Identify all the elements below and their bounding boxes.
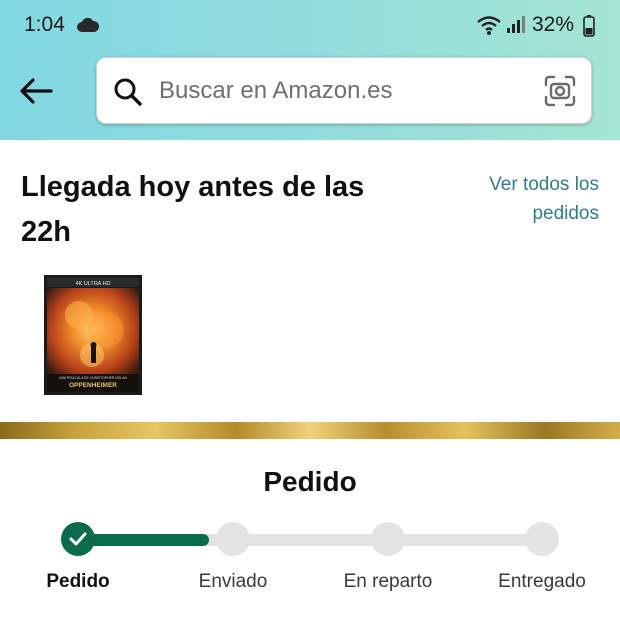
progress-fill: [78, 534, 209, 546]
cover-director-text: UNA PELÍCULA DE CHRISTOPHER NOLAN: [59, 376, 128, 380]
step-dot-entregado: [525, 522, 559, 556]
step-dot-pedido: [61, 522, 95, 556]
back-arrow-icon[interactable]: [18, 75, 54, 107]
step-label-enviado: Enviado: [198, 571, 268, 592]
step-dot-en-reparto: [371, 522, 405, 556]
cloud-icon: [77, 17, 99, 32]
search-bar[interactable]: [96, 57, 592, 124]
arrival-title: Llegada hoy antes de las 22h: [21, 171, 365, 248]
step-label-entregado: Entregado: [498, 571, 586, 592]
battery-percentage: 32%: [532, 13, 575, 36]
step-label-pedido: Pedido: [46, 571, 110, 592]
cover-title-text: OPPENHEIMER: [69, 382, 117, 389]
cover-badge-text: 4K ULTRA HD: [75, 281, 110, 287]
step-dot-enviado: [216, 522, 250, 556]
battery-icon: [583, 15, 595, 37]
search-icon: [114, 78, 142, 106]
tracking-status-heading: Pedido: [263, 466, 357, 497]
app-header: 1:04 32%: [0, 0, 620, 140]
status-time: 1:04: [24, 13, 65, 36]
search-input[interactable]: [159, 72, 519, 110]
decorative-gold-band: [0, 422, 620, 439]
product-image[interactable]: 4K ULTRA HD UNA PELÍCULA DE CHRISTOPHER …: [44, 275, 142, 395]
view-all-orders-link[interactable]: Ver todos los pedidos: [439, 170, 599, 228]
camera-scan-icon[interactable]: [544, 75, 576, 107]
check-icon: [69, 532, 87, 546]
wifi-icon: [477, 16, 501, 35]
signal-icon: [507, 16, 525, 33]
step-label-en-reparto: En reparto: [343, 571, 433, 592]
